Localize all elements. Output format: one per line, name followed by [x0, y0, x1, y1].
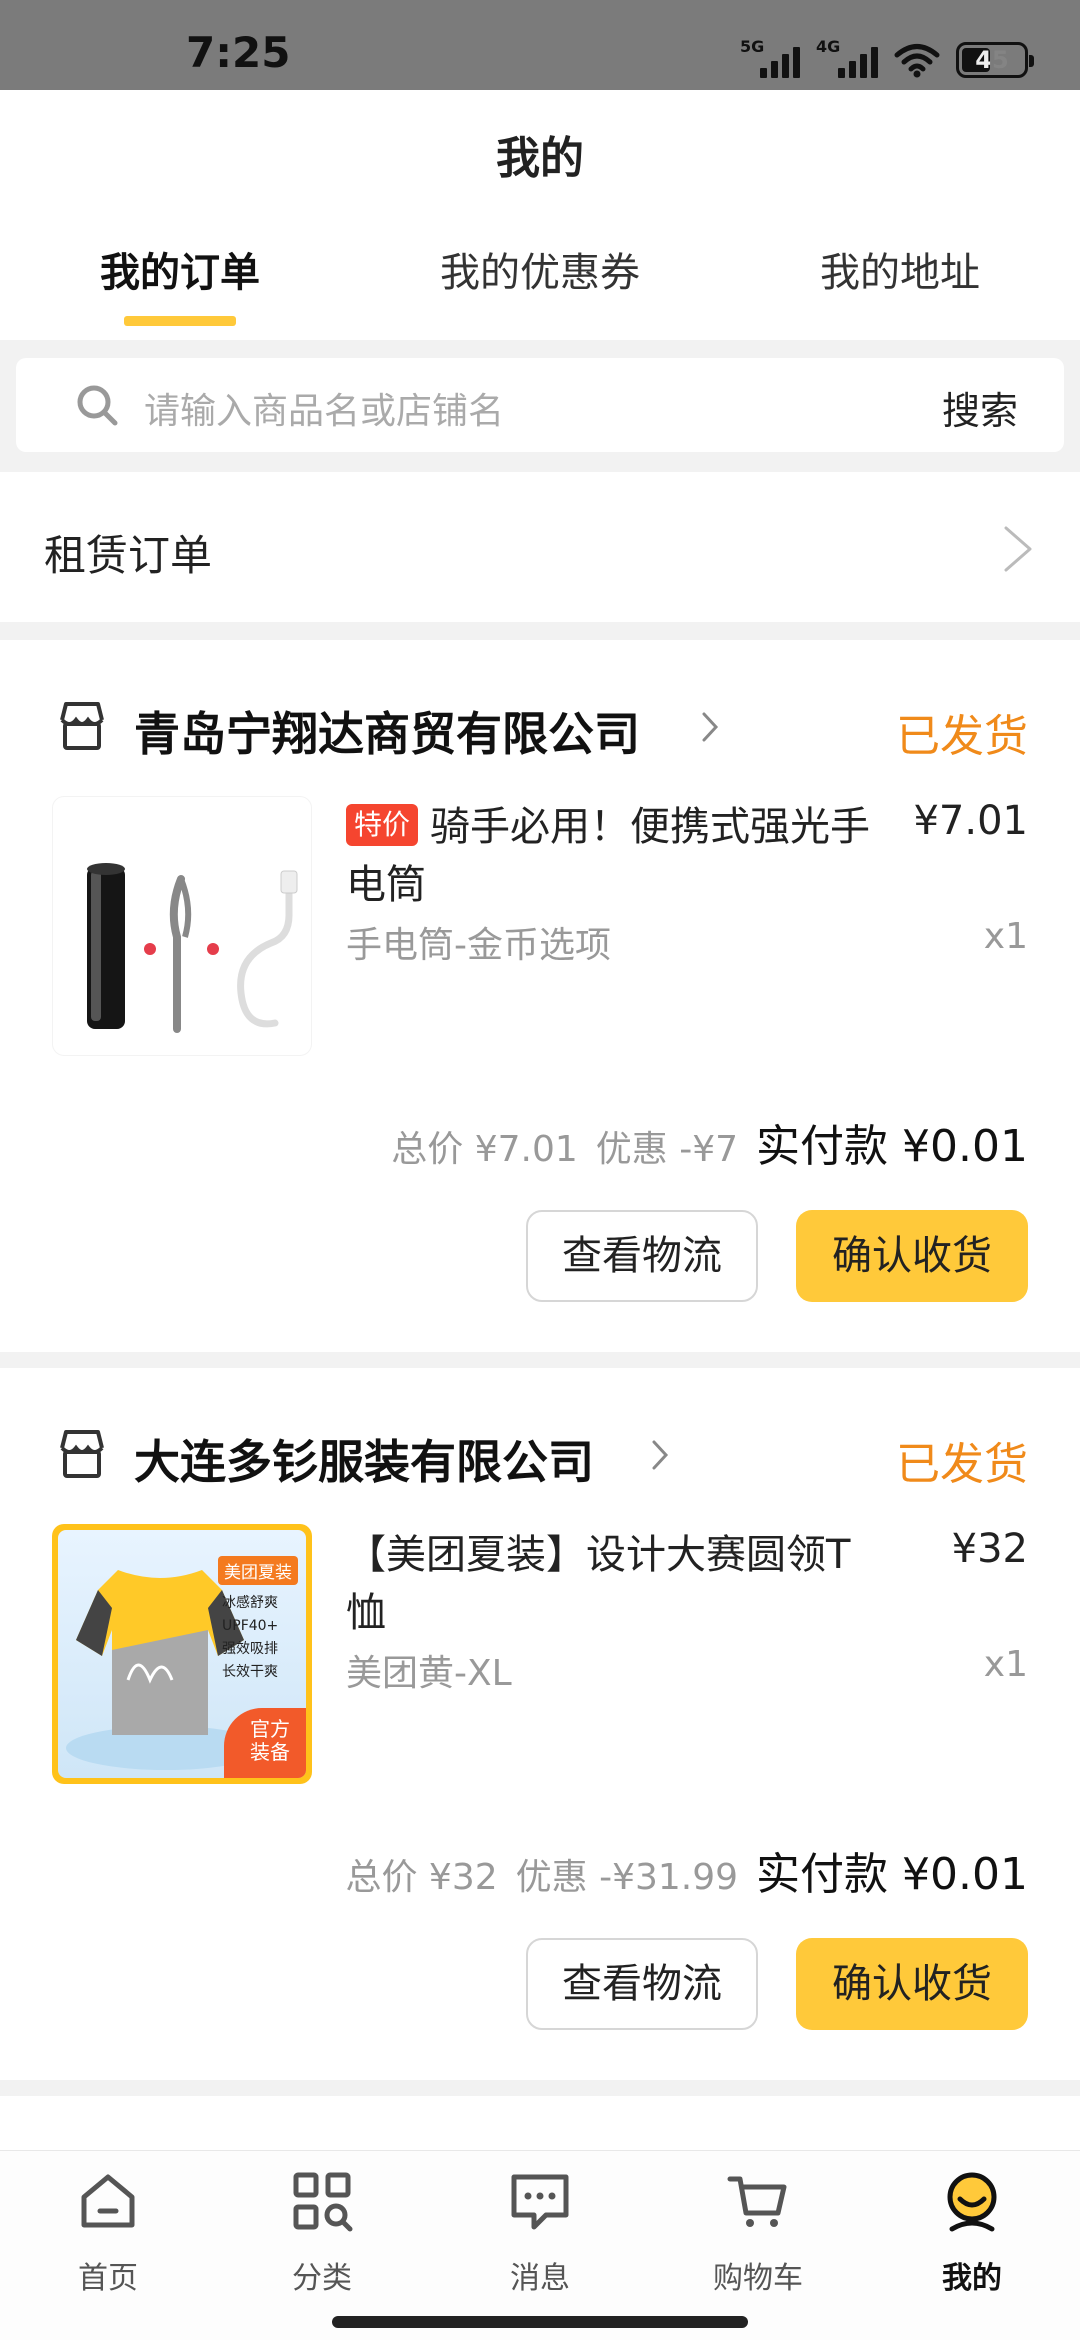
shop-name[interactable]: 大连多钐服装有限公司 [134, 1426, 594, 1492]
cellular-5g-icon: 5G [740, 37, 800, 78]
home-indicator[interactable] [332, 2316, 748, 2328]
official-gear-corner: 官方 装备 [224, 1708, 306, 1778]
store-icon [60, 1430, 104, 1478]
search-input[interactable]: 请输入商品名或店铺名 [144, 382, 504, 434]
corner-label: 官方 [250, 1717, 290, 1741]
product-spec: 美团黄-XL [346, 1653, 512, 1694]
order-card: 大连多钐服装有限公司 已发货 美团夏装 冰感舒爽 UPF40+ 强效吸排 长效干… [0, 1368, 1080, 2080]
view-logistics-button[interactable]: 查看物流 [526, 1210, 758, 1302]
product-name[interactable]: 【美团夏装】设计大赛圆领T恤 [346, 1526, 886, 1642]
order-card-partial [0, 2096, 1080, 2150]
tabbar-item-home[interactable]: 首页 [28, 2169, 188, 2297]
special-price-tag: 特价 [346, 804, 419, 846]
tshirt-features: 冰感舒爽 UPF40+ 强效吸排 长效干爽 [222, 1592, 278, 1684]
tab-my-orders[interactable]: 我的订单 [0, 240, 360, 330]
category-icon [293, 2172, 353, 2232]
order-paid-amount: 实付款 ¥0.01 [756, 1121, 1028, 1172]
confirm-receipt-button[interactable]: 确认收货 [796, 1210, 1028, 1302]
product-price: ¥7.01 [913, 798, 1028, 844]
flashlight-product-image [87, 863, 298, 1033]
tab-my-address[interactable]: 我的地址 [720, 240, 1080, 330]
order-total-price: 总价 ¥32 [345, 1857, 498, 1898]
tab-my-coupons[interactable]: 我的优惠券 [360, 240, 720, 330]
status-icons: 5G 4G 45 [740, 36, 1034, 78]
tabbar-label: 分类 [292, 2261, 352, 2296]
product-price: ¥32 [951, 1526, 1028, 1572]
status-time: 7:25 [186, 28, 291, 77]
order-status: 已发货 [896, 711, 1028, 762]
order-totals: 总价 ¥32 优惠 -¥31.99 实付款 ¥0.01 [345, 1838, 1028, 1902]
cart-icon [727, 2176, 787, 2227]
rental-orders-row[interactable]: 租赁订单 [0, 472, 1080, 622]
message-icon [511, 2174, 569, 2230]
order-totals: 总价 ¥7.01 优惠 -¥7 实付款 ¥0.01 [391, 1110, 1028, 1174]
cellular-4g-icon: 4G [816, 37, 878, 78]
tshirt-product-image: 美团夏装 冰感舒爽 UPF40+ 强效吸排 长效干爽 官方 装备 [58, 1530, 306, 1778]
profile-icon [947, 2172, 997, 2232]
search-icon [77, 385, 118, 426]
product-quantity: x1 [983, 1644, 1028, 1685]
tabbar-item-messages[interactable]: 消息 [460, 2169, 620, 2297]
tab-label: 我的地址 [820, 250, 980, 296]
order-tabs: 我的订单 我的优惠券 我的地址 [0, 240, 1080, 330]
search-button[interactable]: 搜索 [942, 380, 1018, 435]
product-image[interactable] [52, 796, 312, 1056]
order-total-price: 总价 ¥7.01 [391, 1129, 578, 1170]
chevron-right-icon [652, 1440, 669, 1470]
tab-label: 我的优惠券 [440, 250, 640, 296]
page-header: 我的 我的订单 我的优惠券 我的地址 [0, 90, 1080, 340]
tabbar-item-profile[interactable]: 我的 [892, 2169, 1052, 2297]
tshirt-badge: 美团夏装 [218, 1556, 298, 1585]
home-icon [81, 2174, 135, 2228]
order-discount: 优惠 -¥31.99 [515, 1857, 739, 1898]
feature-label: 长效干爽 [222, 1664, 278, 1680]
feature-label: 冰感舒爽 [222, 1595, 278, 1611]
page-title: 我的 [496, 133, 584, 184]
product-name-text: 骑手必用！便携式强光手电筒 [346, 804, 871, 908]
product-spec: 手电筒-金币选项 [346, 925, 611, 966]
tabbar-label: 我的 [942, 2261, 1002, 2296]
feature-label: 强效吸排 [222, 1641, 278, 1657]
signal-5g-label: 5G [740, 37, 765, 56]
corner-label: 装备 [250, 1740, 290, 1764]
shop-name[interactable]: 青岛宁翔达商贸有限公司 [134, 698, 640, 764]
bottom-tab-bar: 首页 分类 消息 购物车 我的 [0, 2150, 1080, 2340]
product-quantity: x1 [983, 916, 1028, 957]
tabbar-label: 购物车 [713, 2261, 803, 2296]
rental-orders-label: 租赁订单 [44, 531, 213, 580]
status-bar: 7:25 5G 4G 45 [0, 0, 1080, 90]
tab-label: 我的订单 [100, 250, 260, 296]
order-card: 青岛宁翔达商贸有限公司 已发货 特价 骑手必用！便携式强光手电筒 ¥7.01 手电… [0, 640, 1080, 1352]
battery-level: 45 [975, 46, 1009, 74]
view-logistics-button[interactable]: 查看物流 [526, 1938, 758, 2030]
chevron-right-icon [702, 712, 719, 742]
chevron-right-icon [1004, 526, 1032, 572]
feature-label: UPF40+ [222, 1618, 279, 1634]
search-bar: 请输入商品名或店铺名 搜索 [16, 358, 1064, 452]
battery-icon: 45 [956, 42, 1034, 78]
active-tab-indicator [124, 316, 236, 326]
wifi-icon [894, 44, 940, 78]
tabbar-label: 首页 [78, 2261, 138, 2296]
tabbar-item-category[interactable]: 分类 [242, 2169, 402, 2297]
product-image[interactable]: 美团夏装 冰感舒爽 UPF40+ 强效吸排 长效干爽 官方 装备 [52, 1524, 312, 1784]
tabbar-item-cart[interactable]: 购物车 [678, 2169, 838, 2297]
confirm-receipt-button[interactable]: 确认收货 [796, 1938, 1028, 2030]
order-paid-amount: 实付款 ¥0.01 [756, 1849, 1028, 1900]
store-icon [60, 702, 104, 750]
product-name[interactable]: 特价 骑手必用！便携式强光手电筒 [346, 798, 906, 914]
order-discount: 优惠 -¥7 [595, 1129, 739, 1170]
signal-4g-label: 4G [816, 37, 841, 56]
order-status: 已发货 [896, 1439, 1028, 1490]
tabbar-label: 消息 [510, 2261, 570, 2296]
